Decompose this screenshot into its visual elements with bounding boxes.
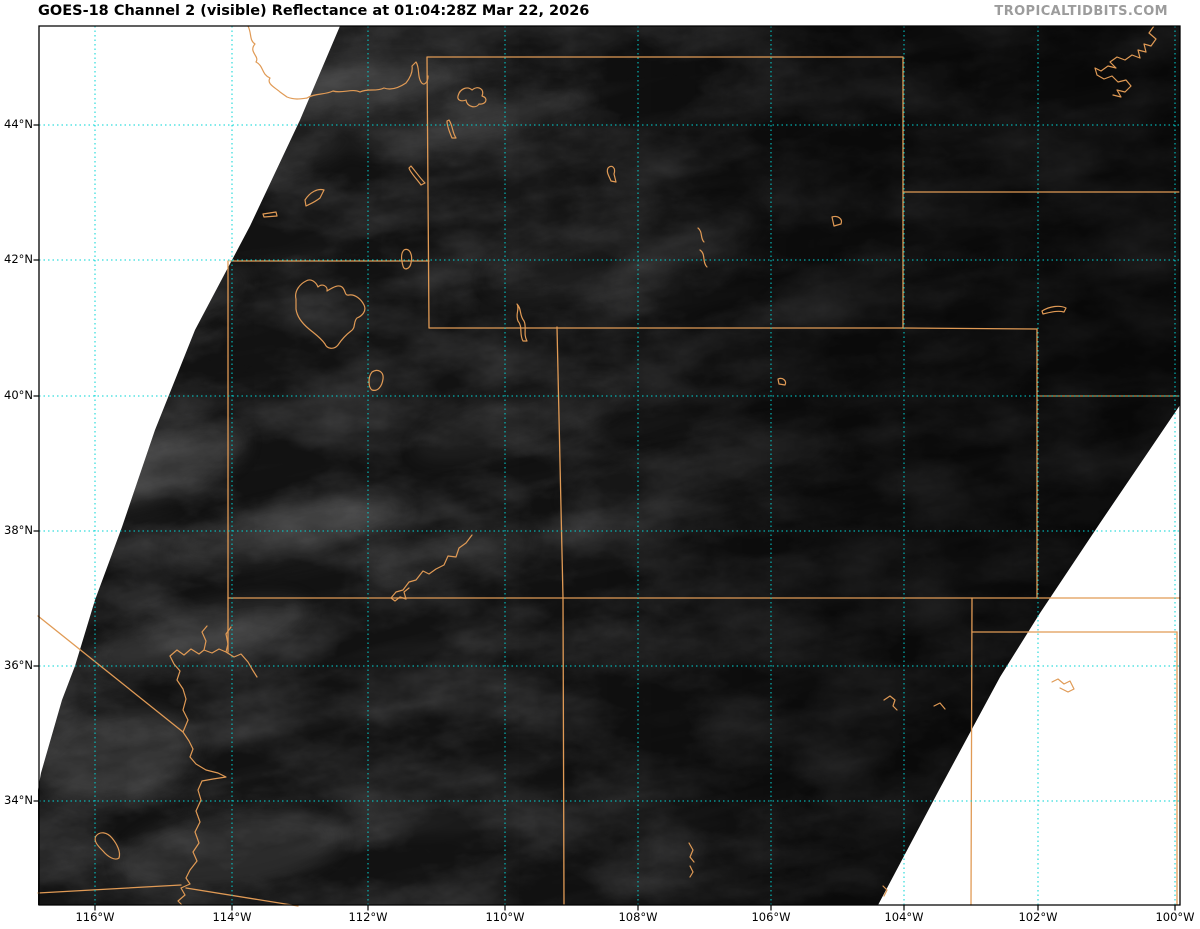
lon-tick-label: 108°W <box>618 910 658 924</box>
satellite-map-image[interactable] <box>0 0 1200 929</box>
lon-tick-label: 104°W <box>884 910 924 924</box>
lon-tick-label: 116°W <box>75 910 115 924</box>
lat-tick-label: 34°N <box>4 793 33 807</box>
lon-tick-label: 106°W <box>751 910 791 924</box>
river-canadian <box>1052 679 1074 692</box>
lon-tick-label: 110°W <box>485 910 525 924</box>
lon-tick-label: 114°W <box>212 910 252 924</box>
satellite-swath <box>38 26 1180 905</box>
lat-tick-label: 40°N <box>4 388 33 402</box>
lat-tick-label: 44°N <box>4 117 33 131</box>
lon-tick-label: 100°W <box>1155 910 1195 924</box>
lat-tick-label: 42°N <box>4 252 33 266</box>
lon-tick-label: 102°W <box>1018 910 1058 924</box>
lat-tick-label: 38°N <box>4 523 33 537</box>
lat-tick-label: 36°N <box>4 658 33 672</box>
satellite-figure: GOES-18 Channel 2 (visible) Reflectance … <box>0 0 1200 929</box>
lon-tick-label: 112°W <box>348 910 388 924</box>
